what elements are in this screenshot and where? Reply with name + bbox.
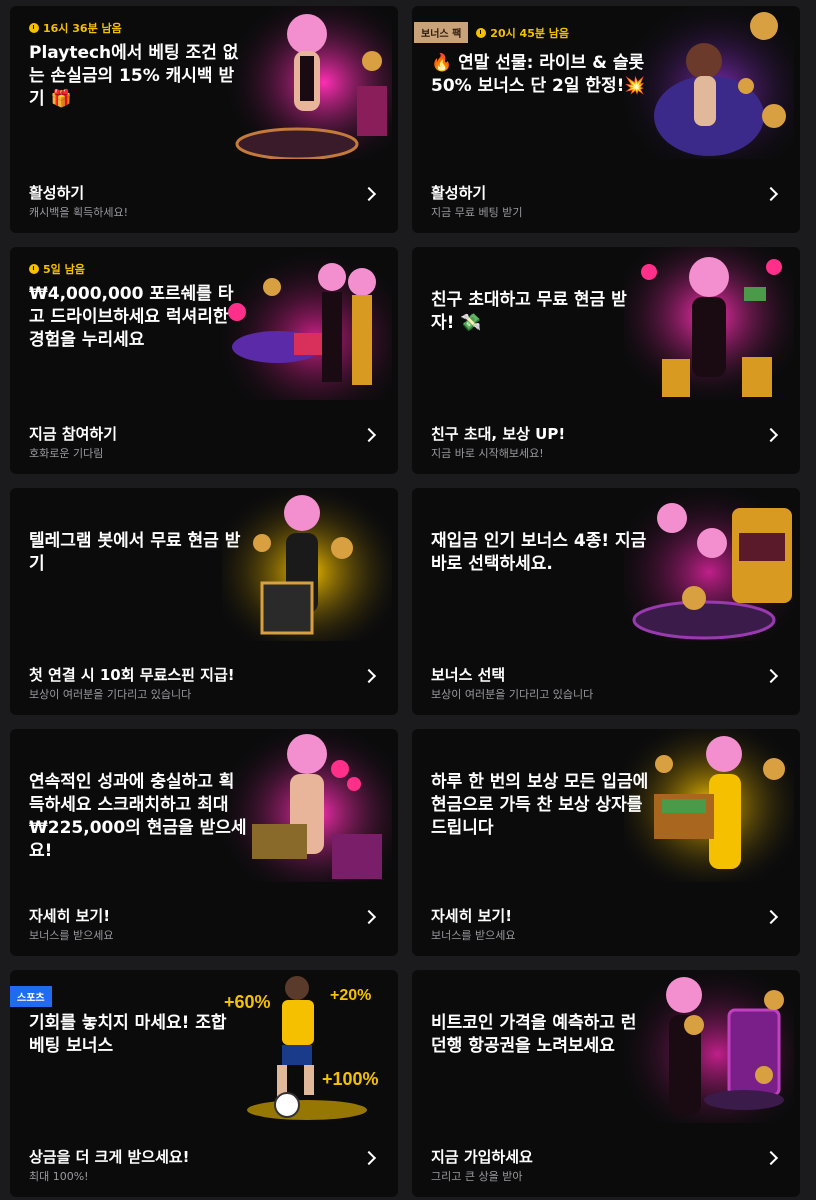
pct-60-label: +60%: [224, 992, 271, 1012]
cta-subtext: 보너스를 받으세요: [431, 929, 516, 942]
card-banner: 16시 36분 남음 Playtech에서 베팅 조건 없는 손실금의 15% …: [10, 6, 398, 159]
promo-title: 연속적인 성과에 충실하고 획득하세요 스크래치하고 최대 ₩225,000의 …: [29, 772, 247, 861]
promo-title: 친구 초대하고 무료 현금 받자! 💸: [431, 290, 627, 333]
promo-title: 🔥 연말 선물: 라이브 & 슬롯 50% 보너스 단 2일 한정!💥: [431, 53, 646, 96]
slot-machine-girls-image: [624, 488, 794, 641]
pct-20-label: +20%: [330, 987, 371, 1004]
cta-subtext: 지금 바로 시작해보세요!: [431, 447, 544, 460]
card-footer[interactable]: 지금 가입하세요 그리고 큰 상을 받아: [412, 1123, 800, 1197]
gold-gift-girl-image: [222, 488, 392, 641]
promo-card-referral[interactable]: 친구 초대하고 무료 현금 받자! 💸 친구 초대, 보상 UP! 지금 바로 …: [412, 247, 800, 474]
timer-text: 20시 45분 남음: [490, 26, 570, 40]
badge-row: 16시 36분 남음: [29, 20, 122, 36]
countdown-timer: 16시 36분 남음: [29, 20, 122, 36]
promo-title: 재입금 인기 보너스 4종! 지금 바로 선택하세요.: [431, 531, 647, 574]
promo-card-telegram[interactable]: 텔레그램 봇에서 무료 현금 받기 첫 연결 시 10회 무료스핀 지급! 보상…: [10, 488, 398, 715]
cta-label[interactable]: 친구 초대, 보상 UP!: [431, 423, 565, 444]
card-banner: 비트코인 가격을 예측하고 런던행 항공권을 노려보세요: [412, 970, 800, 1123]
card-banner: 친구 초대하고 무료 현금 받자! 💸: [412, 247, 800, 400]
chevron-right-icon[interactable]: [763, 1150, 779, 1166]
cta-label[interactable]: 활성하기: [29, 182, 84, 203]
timer-text: 5일 남음: [43, 263, 85, 276]
cta-label[interactable]: 보너스 선택: [431, 664, 505, 685]
chevron-right-icon[interactable]: [763, 427, 779, 443]
promo-card-daily-reward[interactable]: 하루 한 번의 보상 모든 입금에 현금으로 가득 찬 보상 상자를 드립니다 …: [412, 729, 800, 956]
cta-subtext: 보너스를 받으세요: [29, 929, 114, 942]
chevron-right-icon[interactable]: [361, 427, 377, 443]
card-footer[interactable]: 첫 연결 시 10회 무료스핀 지급! 보상이 여러분을 기다리고 있습니다: [10, 641, 398, 715]
card-footer[interactable]: 활성하기 지금 무료 베팅 받기: [412, 159, 800, 233]
bonus-pack-tag: 보너스 팩: [414, 22, 469, 43]
card-banner: 보너스 팩 20시 45분 남음 🔥 연말 선물: 라이브 & 슬롯 50% 보…: [412, 6, 800, 159]
clock-icon: [29, 23, 39, 33]
money-girl-image: [624, 247, 794, 400]
clock-icon: [476, 27, 487, 38]
cta-label[interactable]: 첫 연결 시 10회 무료스핀 지급!: [29, 664, 235, 685]
card-banner: 스포츠 기회를 놓치지 마세요! 조합 베팅 보너스 +60% +20% +10…: [10, 970, 398, 1123]
badge-row: 보너스 팩 20시 45분 남음: [414, 22, 569, 43]
promotions-grid: 16시 36분 남음 Playtech에서 베팅 조건 없는 손실금의 15% …: [0, 0, 816, 1200]
pct-100-label: +100%: [322, 1069, 379, 1089]
cta-subtext: 최대 100%!: [29, 1170, 89, 1183]
cta-label[interactable]: 자세히 보기!: [431, 905, 512, 926]
promo-card-scratch[interactable]: 연속적인 성과에 충실하고 획득하세요 스크래치하고 최대 ₩225,000의 …: [10, 729, 398, 956]
card-footer[interactable]: 친구 초대, 보상 UP! 지금 바로 시작해보세요!: [412, 400, 800, 474]
card-footer[interactable]: 지금 참여하기 호화로운 기다림: [10, 400, 398, 474]
promo-title: 비트코인 가격을 예측하고 런던행 항공권을 노려보세요: [431, 1013, 637, 1056]
cta-label[interactable]: 자세히 보기!: [29, 905, 110, 926]
timer-text: 16시 36분 남음: [43, 22, 122, 35]
card-footer[interactable]: 상금을 더 크게 받으세요! 최대 100%!: [10, 1123, 398, 1197]
chevron-right-icon[interactable]: [763, 909, 779, 925]
chevron-right-icon[interactable]: [361, 909, 377, 925]
card-banner: 5일 남음 ₩4,000,000 포르쉐를 타고 드라이브하세요 럭셔리한 경험…: [10, 247, 398, 400]
promo-card-bitcoin[interactable]: 비트코인 가격을 예측하고 런던행 항공권을 노려보세요 지금 가입하세요 그리…: [412, 970, 800, 1197]
roulette-girl-image: [222, 6, 392, 159]
treasure-chest-girl-image: [624, 729, 794, 882]
card-banner: 하루 한 번의 보상 모든 입금에 현금으로 가득 찬 보상 상자를 드립니다: [412, 729, 800, 882]
cta-label[interactable]: 상금을 더 크게 받으세요!: [29, 1146, 190, 1167]
chevron-right-icon[interactable]: [361, 668, 377, 684]
card-footer[interactable]: 자세히 보기! 보너스를 받으세요: [412, 882, 800, 956]
countdown-timer: 5일 남음: [29, 261, 85, 277]
card-footer[interactable]: 보너스 선택 보상이 여러분을 기다리고 있습니다: [412, 641, 800, 715]
card-banner: 텔레그램 봇에서 무료 현금 받기: [10, 488, 398, 641]
countdown-timer: 20시 45분 남음: [476, 25, 569, 41]
fur-coat-girl-image: [624, 6, 794, 159]
promo-title: ₩4,000,000 포르쉐를 타고 드라이브하세요 럭셔리한 경험을 누리세요: [29, 284, 234, 350]
cta-subtext: 보상이 여러분을 기다리고 있습니다: [29, 688, 192, 701]
promo-card-cashback[interactable]: 16시 36분 남음 Playtech에서 베팅 조건 없는 손실금의 15% …: [10, 6, 398, 233]
chevron-right-icon[interactable]: [763, 186, 779, 202]
cta-subtext: 호화로운 기다림: [29, 447, 104, 460]
porsche-girls-image: [222, 247, 392, 400]
promo-card-porsche[interactable]: 5일 남음 ₩4,000,000 포르쉐를 타고 드라이브하세요 럭셔리한 경험…: [10, 247, 398, 474]
cta-label[interactable]: 지금 참여하기: [29, 423, 117, 444]
bitcoin-girl-image: [624, 970, 794, 1123]
cta-subtext: 캐시백을 획득하세요!: [29, 206, 128, 219]
chevron-right-icon[interactable]: [361, 1150, 377, 1166]
promo-title: 텔레그램 봇에서 무료 현금 받기: [29, 531, 241, 574]
card-footer[interactable]: 활성하기 캐시백을 획득하세요!: [10, 159, 398, 233]
badge-row: 5일 남음: [29, 261, 85, 277]
chevron-right-icon[interactable]: [361, 186, 377, 202]
scratch-card-girl-image: [222, 729, 392, 882]
cta-subtext: 보상이 여러분을 기다리고 있습니다: [431, 688, 594, 701]
promo-card-redeposit[interactable]: 재입금 인기 보너스 4종! 지금 바로 선택하세요. 보너스 선택 보상이 여…: [412, 488, 800, 715]
promo-card-sports-combo[interactable]: 스포츠 기회를 놓치지 마세요! 조합 베팅 보너스 +60% +20% +10…: [10, 970, 398, 1197]
card-banner: 재입금 인기 보너스 4종! 지금 바로 선택하세요.: [412, 488, 800, 641]
cta-subtext: 그리고 큰 상을 받아: [431, 1170, 523, 1183]
promo-title: 기회를 놓치지 마세요! 조합 베팅 보너스: [29, 1013, 227, 1056]
cta-label[interactable]: 지금 가입하세요: [431, 1146, 533, 1167]
card-banner: 연속적인 성과에 충실하고 획득하세요 스크래치하고 최대 ₩225,000의 …: [10, 729, 398, 882]
promo-title: Playtech에서 베팅 조건 없는 손실금의 15% 캐시백 받기 🎁: [29, 43, 239, 109]
clock-icon: [29, 264, 39, 274]
sports-tag: 스포츠: [10, 986, 52, 1007]
cta-subtext: 지금 무료 베팅 받기: [431, 206, 523, 219]
promo-title: 하루 한 번의 보상 모든 입금에 현금으로 가득 찬 보상 상자를 드립니다: [431, 772, 649, 838]
card-footer[interactable]: 자세히 보기! 보너스를 받으세요: [10, 882, 398, 956]
football-player-image: +60% +20% +100%: [224, 976, 379, 1120]
badge-row: 스포츠: [10, 986, 52, 1007]
chevron-right-icon[interactable]: [763, 668, 779, 684]
cta-label[interactable]: 활성하기: [431, 182, 486, 203]
promo-card-year-end-gift[interactable]: 보너스 팩 20시 45분 남음 🔥 연말 선물: 라이브 & 슬롯 50% 보…: [412, 6, 800, 233]
